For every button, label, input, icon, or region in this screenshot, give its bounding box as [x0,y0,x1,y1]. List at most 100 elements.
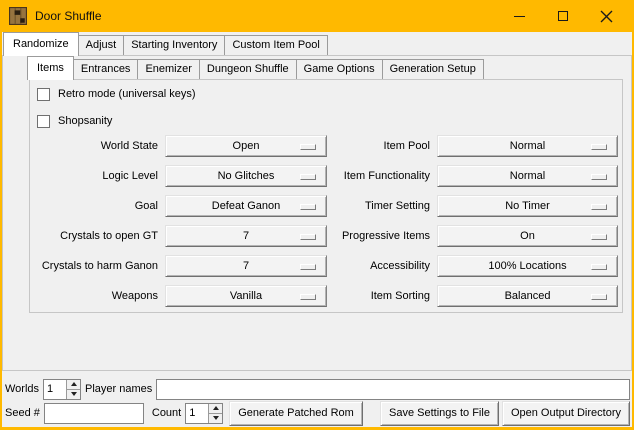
open-output-button[interactable]: Open Output Directory [502,401,630,426]
outer-tab-strip: Randomize Adjust Starting Inventory Cust… [3,33,327,55]
item-pool-dropdown[interactable]: Normal [437,135,618,157]
inner-tab-strip: Items Entrances Enemizer Dungeon Shuffle… [27,57,483,79]
crystals-gt-label: Crystals to open GT [15,225,158,247]
crystals-ganon-value: 7 [243,260,249,272]
count-spinbox[interactable] [185,403,223,424]
seed-input[interactable] [44,403,144,424]
shopsanity-checkbox[interactable] [37,115,50,128]
tab-generation-setup[interactable]: Generation Setup [382,59,484,79]
app-window: Door Shuffle Randomize Adjust Starting I… [0,0,634,430]
count-label: Count [152,407,181,419]
retro-mode-checkbox[interactable] [37,88,50,101]
spin-down-icon [213,416,219,420]
accessibility-dropdown[interactable]: 100% Locations [437,255,618,277]
world-state-dropdown[interactable]: Open [165,135,327,157]
goal-label: Goal [15,195,158,217]
item-functionality-label: Item Functionality [318,165,430,187]
dropdown-indicator-icon [591,174,607,180]
minimize-icon [514,16,525,17]
tab-entrances[interactable]: Entrances [73,59,139,79]
player-names-input[interactable] [156,379,630,400]
count-spin-up-button[interactable] [209,404,222,414]
titlebar[interactable]: Door Shuffle [0,0,634,32]
tab-custom-item-pool[interactable]: Custom Item Pool [224,35,327,55]
dropdown-indicator-icon [591,294,607,300]
progressive-items-dropdown[interactable]: On [437,225,618,247]
shopsanity-checkbox-row[interactable]: Shopsanity [37,114,112,128]
maximize-button[interactable] [540,0,585,32]
footer-row-1: Worlds Player names [5,378,630,400]
worlds-input[interactable] [44,380,66,399]
count-input[interactable] [186,404,208,423]
item-pool-value: Normal [510,140,545,152]
item-pool-label: Item Pool [318,135,430,157]
item-sorting-label: Item Sorting [318,285,430,307]
maximize-icon [558,11,568,21]
tab-starting-inventory[interactable]: Starting Inventory [123,35,225,55]
progressive-items-value: On [520,230,535,242]
worlds-label: Worlds [5,383,39,395]
crystals-gt-dropdown[interactable]: 7 [165,225,327,247]
timer-setting-label: Timer Setting [318,195,430,217]
goal-dropdown[interactable]: Defeat Ganon [165,195,327,217]
progressive-items-label: Progressive Items [318,225,430,247]
dropdown-indicator-icon [591,144,607,150]
spin-up-icon [213,406,219,410]
weapons-value: Vanilla [230,290,262,302]
logic-level-label: Logic Level [15,165,158,187]
item-sorting-dropdown[interactable]: Balanced [437,285,618,307]
seed-label: Seed # [5,407,40,419]
count-spin-arrows [208,404,222,423]
save-settings-button[interactable]: Save Settings to File [380,401,499,426]
dropdown-indicator-icon [591,204,607,210]
tab-game-options[interactable]: Game Options [296,59,383,79]
app-icon [9,7,27,25]
dropdown-indicator-icon [591,264,607,270]
logic-level-value: No Glitches [218,170,275,182]
world-state-value: Open [233,140,260,152]
generate-rom-button[interactable]: Generate Patched Rom [229,401,363,426]
accessibility-label: Accessibility [318,255,430,277]
dropdown-indicator-icon [300,294,316,300]
item-sorting-value: Balanced [505,290,551,302]
shopsanity-label: Shopsanity [58,115,112,127]
goal-value: Defeat Ganon [212,200,281,212]
weapons-dropdown[interactable]: Vanilla [165,285,327,307]
timer-setting-value: No Timer [505,200,550,212]
item-functionality-dropdown[interactable]: Normal [437,165,618,187]
world-state-label: World State [15,135,158,157]
dropdown-indicator-icon [300,144,316,150]
tab-items[interactable]: Items [27,56,74,80]
crystals-ganon-dropdown[interactable]: 7 [165,255,327,277]
timer-setting-dropdown[interactable]: No Timer [437,195,618,217]
tab-dungeon-shuffle[interactable]: Dungeon Shuffle [199,59,297,79]
worlds-spin-up-button[interactable] [67,380,80,390]
footer-row-2: Seed # Count Generate Patched Rom Save S… [5,400,630,426]
item-functionality-value: Normal [510,170,545,182]
dropdown-indicator-icon [300,234,316,240]
minimize-button[interactable] [497,0,542,32]
retro-mode-label: Retro mode (universal keys) [58,88,196,100]
tab-randomize[interactable]: Randomize [3,32,79,56]
spin-down-icon [71,392,77,396]
dropdown-indicator-icon [300,204,316,210]
dropdown-indicator-icon [300,174,316,180]
window-title: Door Shuffle [35,9,102,23]
dropdown-indicator-icon [591,234,607,240]
logic-level-dropdown[interactable]: No Glitches [165,165,327,187]
tab-adjust[interactable]: Adjust [78,35,125,55]
accessibility-value: 100% Locations [488,260,566,272]
weapons-label: Weapons [15,285,158,307]
worlds-spin-down-button[interactable] [67,390,80,399]
tab-enemizer[interactable]: Enemizer [137,59,199,79]
retro-mode-checkbox-row[interactable]: Retro mode (universal keys) [37,87,196,101]
player-names-label: Player names [85,383,152,395]
crystals-gt-value: 7 [243,230,249,242]
dropdown-indicator-icon [300,264,316,270]
close-button[interactable] [584,0,629,32]
worlds-spin-arrows [66,380,80,399]
count-spin-down-button[interactable] [209,414,222,423]
worlds-spinbox[interactable] [43,379,81,400]
crystals-ganon-label: Crystals to harm Ganon [15,255,158,277]
spin-up-icon [71,382,77,386]
